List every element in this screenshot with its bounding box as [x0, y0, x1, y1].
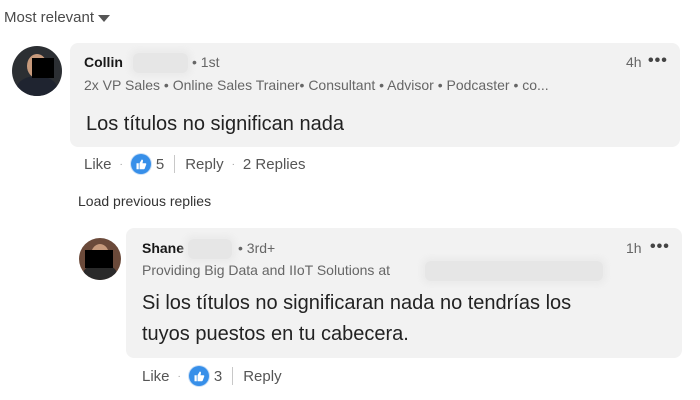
- comment-time: 4h: [626, 54, 642, 70]
- comment-text-line-2: tuyos puestos en tu cabecera.: [142, 323, 409, 345]
- more-options-icon[interactable]: •••: [650, 238, 670, 256]
- divider: [174, 155, 176, 173]
- reaction-count[interactable]: 5: [156, 156, 164, 173]
- replies-link[interactable]: 2 Replies: [243, 156, 306, 173]
- separator: ·: [231, 158, 235, 170]
- caret-down-icon: [98, 15, 111, 22]
- like-button[interactable]: Like: [84, 156, 112, 173]
- load-previous-replies[interactable]: Load previous replies: [78, 193, 211, 209]
- thumbs-up-icon: [188, 366, 209, 386]
- comment-actions: Like · 5 Reply · 2 Replies: [84, 154, 305, 174]
- sort-dropdown[interactable]: Most relevant: [4, 9, 111, 26]
- commenter-name[interactable]: Shane: [142, 240, 184, 256]
- redacted-surname: [133, 53, 188, 73]
- separator: ·: [177, 370, 181, 382]
- commenter-headline: 2x VP Sales • Online Sales Trainer• Cons…: [84, 77, 549, 93]
- separator: ·: [119, 158, 123, 170]
- comment-text-line-1: Si los títulos no significaran nada no t…: [142, 292, 572, 314]
- reaction-count[interactable]: 3: [214, 368, 222, 385]
- comment-time: 1h: [626, 240, 642, 256]
- thumbs-up-icon: [130, 154, 151, 174]
- connection-degree: • 3rd+: [238, 240, 276, 256]
- redacted-surname: [188, 239, 232, 259]
- commenter-name[interactable]: Collin: [84, 54, 123, 70]
- avatar[interactable]: [79, 238, 121, 280]
- comment-text: Los títulos no significan nada: [86, 113, 344, 135]
- redaction-bar: [85, 250, 113, 268]
- reply-button[interactable]: Reply: [185, 156, 223, 173]
- reply-button[interactable]: Reply: [243, 368, 281, 385]
- redacted-company: [425, 261, 603, 281]
- comment-actions: Like · 3 Reply: [142, 366, 282, 386]
- redaction-bar: [32, 58, 54, 78]
- avatar[interactable]: [12, 46, 62, 96]
- sort-label: Most relevant: [4, 9, 95, 26]
- commenter-headline: Providing Big Data and IIoT Solutions at: [142, 262, 391, 278]
- divider: [232, 367, 234, 385]
- more-options-icon[interactable]: •••: [648, 52, 668, 70]
- like-button[interactable]: Like: [142, 368, 170, 385]
- connection-degree: • 1st: [192, 54, 220, 70]
